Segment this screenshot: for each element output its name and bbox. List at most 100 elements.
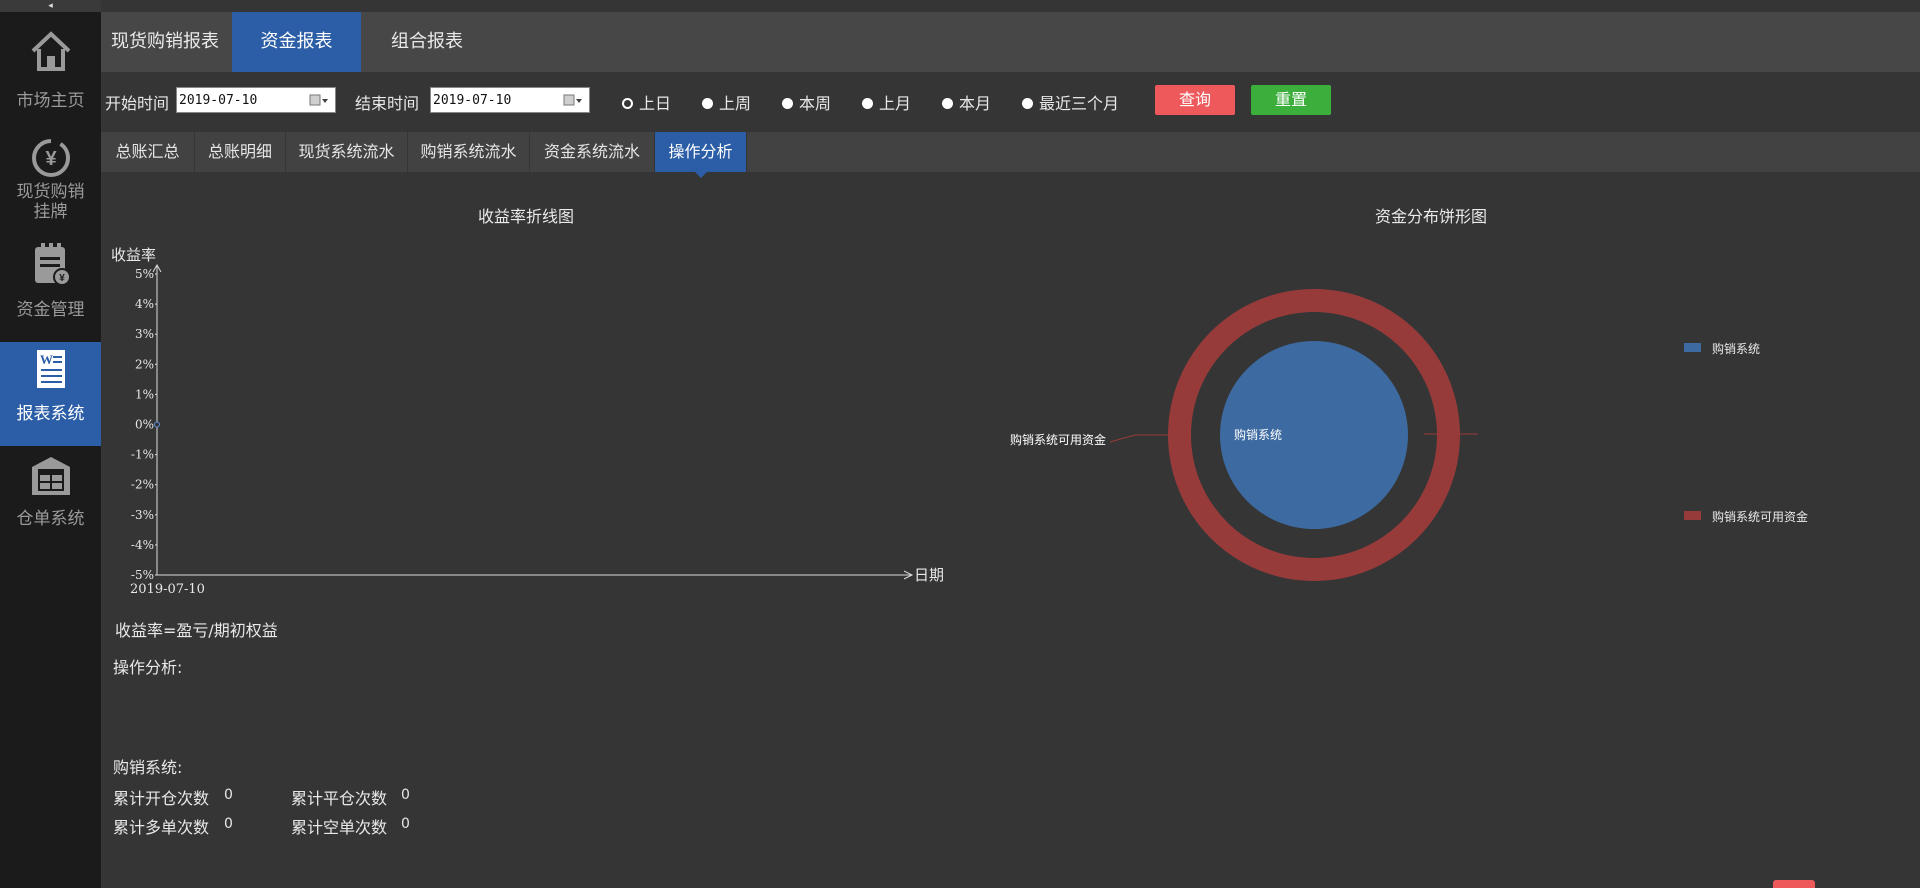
radio-label: 上周 — [719, 94, 752, 113]
radio-icon — [942, 98, 953, 109]
y-tick-label: -1% — [131, 448, 154, 462]
pie-ring-label: 购销系统可用资金 — [1010, 432, 1106, 447]
tab-spot-sales-report[interactable]: 现货购销报表 — [101, 12, 229, 72]
home-icon — [31, 31, 70, 71]
svg-text:W: W — [40, 352, 53, 367]
radio-label: 上日 — [639, 94, 672, 113]
y-tick-label: 4% — [135, 297, 154, 311]
y-tick-label: 2% — [135, 357, 154, 371]
sidebar: ◂ 市场主页 ¥ 现货购销 挂牌 ¥ 资金管理 W 报表系统 仓单系统 — [0, 0, 101, 888]
radio-label: 上月 — [879, 94, 912, 113]
y-tick-label: -3% — [131, 508, 154, 522]
stat-open-count-value: 0 — [224, 787, 233, 803]
data-point — [154, 421, 160, 428]
x-axis-ticks: 2019-07-10 — [130, 582, 205, 597]
formula-text: 收益率=盈亏/期初权益 — [115, 621, 278, 640]
y-tick-label: 5% — [135, 267, 154, 281]
pie-core-label: 购销系统 — [1234, 427, 1282, 442]
radio-label: 本周 — [799, 94, 832, 113]
y-tick-label: -5% — [131, 568, 154, 582]
return-rate-line-chart: 收益率 5% 4% 3% 2% 1% 0% -1% -2% -3% -4% -5% 日期 2019-… — [111, 246, 944, 597]
sidebar-item-spot-listing[interactable]: ¥ 现货购销 挂牌 — [0, 130, 101, 230]
y-tick-label: 3% — [135, 327, 154, 341]
sidebar-item-label: 市场主页 — [16, 91, 85, 111]
svg-text:¥: ¥ — [45, 148, 57, 170]
y-axis-label: 收益率 — [111, 246, 156, 264]
stat-short-count-value: 0 — [401, 816, 410, 832]
sidebar-item-fund-management[interactable]: ¥ 资金管理 — [0, 238, 101, 336]
range-radio-prev-day[interactable]: 上日 — [622, 90, 671, 114]
yen-cycle-icon: ¥ — [31, 139, 70, 177]
y-axis-ticks: 5% 4% 3% 2% 1% 0% -1% -2% -3% -4% -5% — [131, 267, 157, 582]
radio-icon — [1022, 98, 1033, 109]
range-radio-this-week[interactable]: 本周 — [782, 90, 831, 114]
sidebar-item-label: 报表系统 — [16, 404, 85, 424]
data-points — [154, 421, 160, 428]
tab-spot-system-flow[interactable]: 现货系统流水 — [286, 132, 408, 172]
sidebar-collapse-button[interactable]: ◂ — [0, 0, 101, 12]
pie-leader-line — [1109, 434, 1178, 443]
floating-action-button[interactable] — [1773, 880, 1815, 888]
calendar-dropdown-icon[interactable] — [563, 93, 583, 108]
sidebar-item-label: 仓单系统 — [16, 509, 85, 529]
sidebar-item-market-home[interactable]: 市场主页 — [0, 22, 101, 120]
svg-text:¥: ¥ — [59, 273, 65, 284]
legend-label: 购销系统 — [1712, 342, 1761, 356]
end-time-label: 结束时间 — [355, 94, 420, 113]
calendar-dropdown-icon[interactable] — [309, 93, 329, 108]
y-tick-label: -2% — [131, 478, 154, 492]
x-tick-label: 2019-07-10 — [130, 582, 205, 597]
stat-short-count-label: 累计空单次数 — [291, 818, 388, 837]
warehouse-icon — [31, 457, 70, 495]
tab-ledger-summary[interactable]: 总账汇总 — [101, 132, 195, 172]
fund-clipboard-icon: ¥ — [34, 243, 71, 286]
stat-close-count-label: 累计平仓次数 — [291, 789, 388, 808]
legend-item-sales-system: 购销系统 — [1684, 340, 1760, 357]
radio-icon — [862, 98, 873, 109]
legend-swatch — [1684, 511, 1701, 520]
sidebar-item-label: 资金管理 — [16, 300, 85, 320]
sidebar-item-label: 现货购销 挂牌 — [16, 182, 85, 222]
legend-item-available-funds: 购销系统可用资金 — [1684, 508, 1808, 525]
range-radio-prev-month[interactable]: 上月 — [862, 90, 911, 114]
sidebar-item-warehouse-receipt[interactable]: 仓单系统 — [0, 452, 101, 550]
start-date-value: 2019-07-10 — [179, 93, 258, 108]
start-date-field[interactable]: 2019-07-10 — [176, 87, 336, 113]
stat-close-count-value: 0 — [401, 787, 410, 803]
stat-long-count-label: 累计多单次数 — [113, 818, 210, 837]
radio-label: 本月 — [959, 94, 992, 113]
tab-sales-system-flow[interactable]: 购销系统流水 — [408, 132, 530, 172]
tab-combined-report[interactable]: 组合报表 — [363, 12, 491, 72]
range-radio-last-three-months[interactable]: 最近三个月 — [1022, 90, 1119, 114]
report-document-icon: W — [36, 350, 65, 388]
y-tick-label: 1% — [135, 387, 154, 401]
radio-icon — [782, 98, 793, 109]
tab-ledger-detail[interactable]: 总账明细 — [195, 132, 286, 172]
y-tick-label: -4% — [131, 538, 154, 552]
query-button[interactable]: 查询 — [1155, 85, 1235, 115]
stat-long-count-value: 0 — [224, 816, 233, 832]
y-tick-label: 0% — [135, 418, 154, 432]
x-axis-label: 日期 — [914, 566, 944, 584]
pie-chart-title: 资金分布饼形图 — [1375, 207, 1488, 226]
range-radio-this-month[interactable]: 本月 — [942, 90, 991, 114]
active-tab-caret — [695, 172, 707, 178]
line-chart-title: 收益率折线图 — [478, 207, 575, 226]
tab-operation-analysis[interactable]: 操作分析 — [655, 132, 747, 172]
legend-label: 购销系统可用资金 — [1712, 510, 1809, 524]
radio-selected-icon — [622, 98, 633, 109]
report-sub-tabs: 总账汇总 总账明细 现货系统流水 购销系统流水 资金系统流水 操作分析 — [101, 132, 1920, 172]
radio-label: 最近三个月 — [1039, 94, 1120, 113]
range-radio-prev-week[interactable]: 上周 — [702, 90, 751, 114]
end-date-field[interactable]: 2019-07-10 — [430, 87, 590, 113]
filter-bar: 开始时间 2019-07-10 结束时间 2019-07-10 上日 上周 本周… — [101, 72, 1920, 132]
start-time-label: 开始时间 — [105, 94, 170, 113]
tab-fund-system-flow[interactable]: 资金系统流水 — [530, 132, 655, 172]
legend-swatch — [1684, 343, 1701, 352]
sidebar-item-report-system[interactable]: W 报表系统 — [0, 342, 101, 446]
reset-button[interactable]: 重置 — [1251, 85, 1331, 115]
chart-axes — [152, 263, 914, 580]
operation-analysis-label: 操作分析: — [113, 658, 183, 677]
report-type-tabs: 现货购销报表 资金报表 组合报表 — [101, 12, 1920, 72]
tab-fund-report[interactable]: 资金报表 — [232, 12, 361, 72]
